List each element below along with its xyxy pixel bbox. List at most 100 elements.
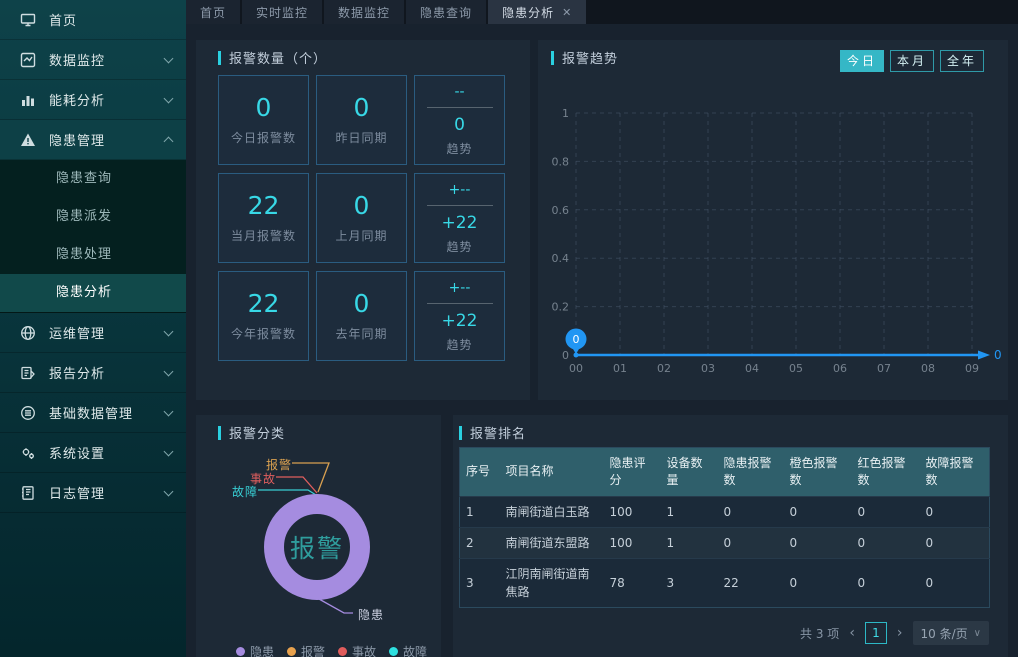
sidebar-item-ops-management[interactable]: 运维管理 bbox=[0, 313, 186, 353]
stat-card-this-month: 22 当月报警数 bbox=[218, 173, 309, 263]
main-content: 报警数量（个） 0 今日报警数 0 昨日同期 -- 0 趋势 2 bbox=[186, 24, 1018, 657]
stat-label: 今年报警数 bbox=[231, 325, 296, 342]
sidebar-subitem-hazard-query[interactable]: 隐患查询 bbox=[0, 160, 186, 198]
stat-value: 0 bbox=[354, 192, 370, 220]
alarm-trend-panel: 报警趋势 今日 本月 全年 0001020304050607080900.20.… bbox=[538, 40, 1008, 400]
trend-bottom-value: +22 bbox=[442, 213, 478, 233]
stat-label: 上月同期 bbox=[335, 227, 387, 244]
cell: 1 bbox=[460, 496, 500, 527]
sidebar-item-report-analysis[interactable]: 报告分析 bbox=[0, 353, 186, 393]
svg-text:08: 08 bbox=[921, 362, 935, 375]
range-button-year[interactable]: 全年 bbox=[940, 50, 984, 72]
pagination-total: 共 3 项 bbox=[800, 625, 839, 642]
legend-dot bbox=[287, 647, 296, 656]
svg-text:0: 0 bbox=[562, 349, 569, 362]
tab-hazard-query[interactable]: 隐患查询 bbox=[406, 0, 486, 24]
donut-center-label: 报警 bbox=[290, 529, 344, 565]
column-header: 隐患评分 bbox=[604, 448, 661, 497]
page-number-button[interactable]: 1 bbox=[865, 622, 887, 644]
next-page-icon[interactable]: › bbox=[897, 625, 903, 641]
svg-text:0: 0 bbox=[994, 348, 1002, 362]
sidebar-item-base-data[interactable]: 基础数据管理 bbox=[0, 393, 186, 433]
svg-text:1: 1 bbox=[562, 107, 569, 120]
svg-text:0.8: 0.8 bbox=[552, 155, 570, 168]
sidebar-subitem-hazard-analysis[interactable]: 隐患分析 bbox=[0, 274, 186, 312]
donut-callout-guzhang: 故障 bbox=[232, 483, 258, 500]
alarm-count-panel: 报警数量（个） 0 今日报警数 0 昨日同期 -- 0 趋势 2 bbox=[196, 40, 530, 400]
sidebar-item-label: 运维管理 bbox=[49, 323, 165, 342]
svg-text:06: 06 bbox=[833, 362, 847, 375]
sidebar-item-label: 基础数据管理 bbox=[49, 403, 165, 422]
stat-label: 趋势 bbox=[446, 336, 472, 353]
hazard-submenu: 隐患查询 隐患派发 隐患处理 隐患分析 bbox=[0, 160, 186, 313]
cell: 1 bbox=[661, 527, 718, 558]
legend-item-guzhang[interactable]: 故障 bbox=[389, 643, 427, 657]
stat-value: 0 bbox=[256, 94, 272, 122]
sidebar-subitem-hazard-handle[interactable]: 隐患处理 bbox=[0, 236, 186, 274]
stat-value: 22 bbox=[248, 192, 280, 220]
cell: 3 bbox=[460, 558, 500, 607]
sidebar-item-label: 能耗分析 bbox=[49, 90, 165, 109]
legend-item-yinhuan[interactable]: 隐患 bbox=[236, 643, 274, 657]
trend-top-value: +-- bbox=[449, 182, 471, 198]
tab-label: 隐患分析 bbox=[502, 4, 554, 21]
sidebar-subitem-hazard-dispatch[interactable]: 隐患派发 bbox=[0, 198, 186, 236]
trend-line-chart: 0001020304050607080900.20.40.60.8100 bbox=[538, 100, 1008, 400]
table-header-row: 序号 项目名称 隐患评分 设备数量 隐患报警数 橙色报警数 红色报警数 故障报警… bbox=[460, 448, 990, 497]
sidebar-item-system-settings[interactable]: 系统设置 bbox=[0, 433, 186, 473]
chevron-down-icon: ∨ bbox=[974, 628, 981, 639]
sidebar-item-log-management[interactable]: 日志管理 bbox=[0, 473, 186, 513]
sidebar-item-energy-analysis[interactable]: 能耗分析 bbox=[0, 80, 186, 120]
warning-triangle-icon bbox=[20, 132, 36, 148]
tab-label: 隐患查询 bbox=[420, 4, 472, 21]
close-tab-icon[interactable]: ✕ bbox=[562, 6, 572, 19]
range-button-month[interactable]: 本月 bbox=[890, 50, 934, 72]
cell: 0 bbox=[920, 558, 990, 607]
cell: 22 bbox=[718, 558, 784, 607]
stat-value: 22 bbox=[248, 290, 280, 318]
tab-home[interactable]: 首页 bbox=[186, 0, 240, 24]
chevron-down-icon bbox=[164, 446, 174, 456]
stat-card-year-trend: +-- +22 趋势 bbox=[414, 271, 505, 361]
title-accent-bar bbox=[218, 51, 221, 65]
cell: 0 bbox=[852, 558, 920, 607]
svg-text:0.4: 0.4 bbox=[552, 252, 570, 265]
legend-label: 事故 bbox=[352, 643, 376, 657]
range-button-today[interactable]: 今日 bbox=[840, 50, 884, 72]
stat-label: 今日报警数 bbox=[231, 129, 296, 146]
trend-divider bbox=[427, 205, 493, 206]
cell: 江阴南闸街道南焦路 bbox=[500, 558, 604, 607]
page-size-select[interactable]: 10 条/页 ∨ bbox=[913, 621, 989, 645]
gears-icon bbox=[20, 445, 36, 461]
tab-hazard-analysis[interactable]: 隐患分析 ✕ bbox=[488, 0, 586, 24]
svg-text:02: 02 bbox=[657, 362, 671, 375]
sidebar-item-label: 日志管理 bbox=[49, 483, 165, 502]
cell: 南闸街道东盟路 bbox=[500, 527, 604, 558]
tab-realtime-monitor[interactable]: 实时监控 bbox=[242, 0, 322, 24]
sidebar-item-hazard-management[interactable]: 隐患管理 bbox=[0, 120, 186, 160]
sidebar-item-data-monitor[interactable]: 数据监控 bbox=[0, 40, 186, 80]
sidebar-item-label: 隐患管理 bbox=[49, 130, 165, 149]
stat-label: 趋势 bbox=[446, 140, 472, 157]
stat-card-this-year: 22 今年报警数 bbox=[218, 271, 309, 361]
legend-item-baojing[interactable]: 报警 bbox=[287, 643, 325, 657]
cell: 100 bbox=[604, 496, 661, 527]
chevron-down-icon bbox=[164, 486, 174, 496]
stat-label: 昨日同期 bbox=[335, 129, 387, 146]
sidebar-item-home[interactable]: 首页 bbox=[0, 0, 186, 40]
legend-dot bbox=[236, 647, 245, 656]
tab-data-monitor[interactable]: 数据监控 bbox=[324, 0, 404, 24]
chevron-down-icon bbox=[164, 366, 174, 376]
stat-card-last-month: 0 上月同期 bbox=[316, 173, 407, 263]
stat-value: 0 bbox=[354, 94, 370, 122]
svg-text:01: 01 bbox=[613, 362, 627, 375]
svg-text:00: 00 bbox=[569, 362, 583, 375]
legend-item-shigu[interactable]: 事故 bbox=[338, 643, 376, 657]
sidebar: 首页 数据监控 能耗分析 隐患管理 隐患查询 隐患派发 隐患处理 bbox=[0, 0, 186, 657]
title-accent-bar bbox=[551, 51, 554, 65]
prev-page-icon[interactable]: ‹ bbox=[849, 625, 855, 641]
sidebar-item-label: 系统设置 bbox=[49, 443, 165, 462]
legend-dot bbox=[338, 647, 347, 656]
cell: 1 bbox=[661, 496, 718, 527]
trend-divider bbox=[427, 107, 493, 108]
